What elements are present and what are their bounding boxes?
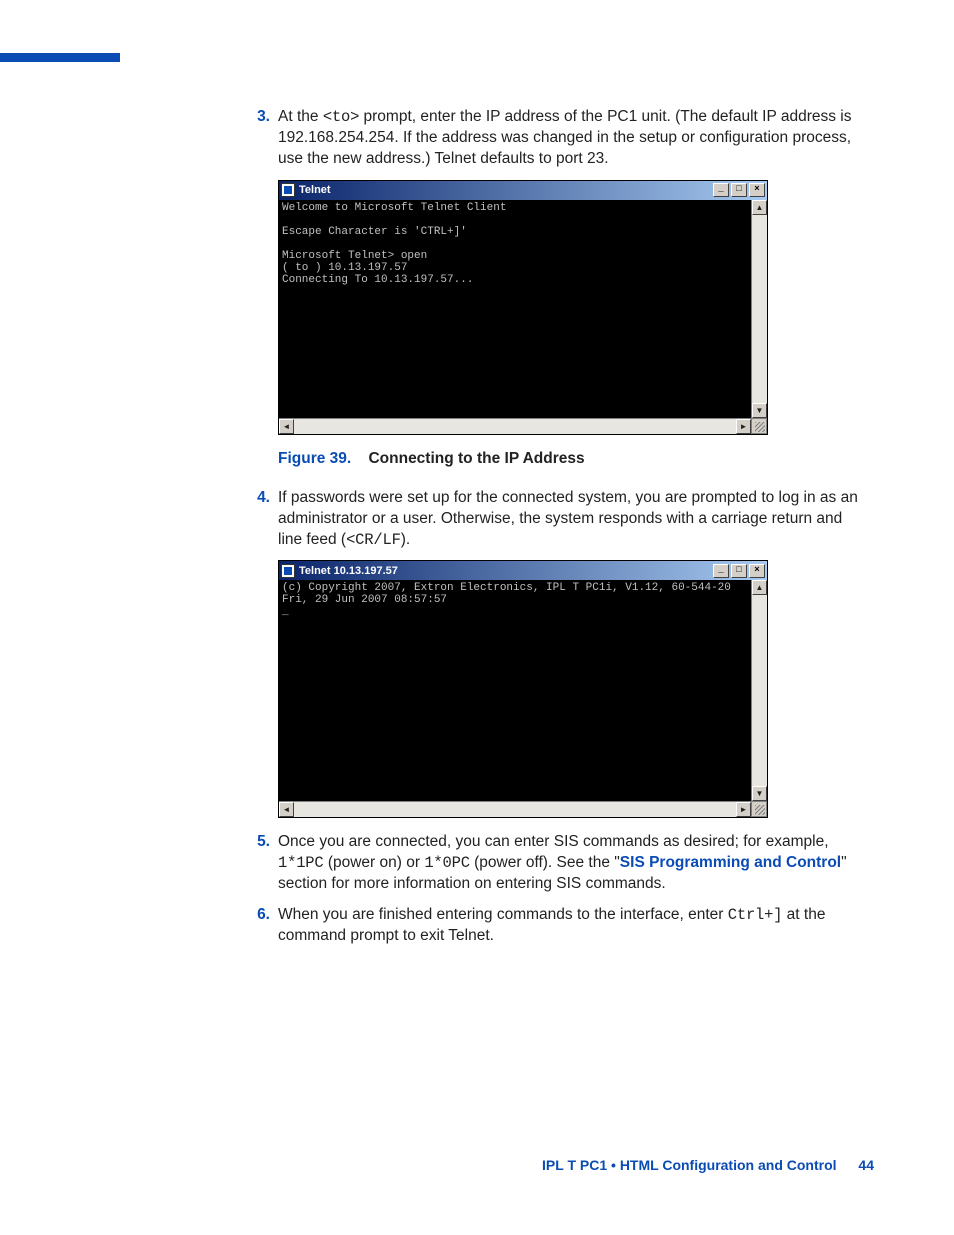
text: ). — [401, 531, 410, 548]
inline-code: 1*0PC — [424, 854, 470, 872]
text: prompt, enter the IP address of the PC1 … — [278, 108, 851, 167]
scroll-up-button[interactable]: ▲ — [752, 580, 767, 595]
step-number: 5. — [250, 832, 278, 895]
vertical-scrollbar[interactable]: ▲ ▼ — [751, 580, 767, 801]
page-number: 44 — [858, 1157, 874, 1173]
telnet-window-2: Telnet 10.13.197.57 _ □ × (c) Copyright … — [278, 560, 768, 818]
scrollbar-track[interactable] — [752, 595, 767, 786]
page-footer: IPL T PC1 • HTML Configuration and Contr… — [542, 1156, 874, 1175]
figure-number: Figure 39. — [278, 450, 351, 467]
text: When you are finished entering commands … — [278, 906, 728, 923]
scroll-down-button[interactable]: ▼ — [752, 786, 767, 801]
titlebar[interactable]: Telnet 10.13.197.57 _ □ × — [279, 561, 767, 580]
text: At the — [278, 108, 323, 125]
figure-caption-39: Figure 39. Connecting to the IP Address — [278, 449, 866, 470]
step-number: 4. — [250, 488, 278, 551]
resize-grip[interactable] — [751, 801, 767, 817]
figure-title: Connecting to the IP Address — [368, 450, 584, 467]
step-text: Once you are connected, you can enter SI… — [278, 832, 866, 895]
step-4: 4. If passwords were set up for the conn… — [250, 488, 866, 551]
step-number: 3. — [250, 107, 278, 170]
maximize-button[interactable]: □ — [731, 183, 747, 197]
maximize-button[interactable]: □ — [731, 564, 747, 578]
vertical-scrollbar[interactable]: ▲ ▼ — [751, 200, 767, 418]
inline-code: Ctrl+] — [728, 906, 783, 924]
scrollbar-track[interactable] — [294, 802, 736, 817]
telnet-icon — [281, 564, 295, 578]
minimize-button[interactable]: _ — [713, 564, 729, 578]
scroll-left-button[interactable]: ◄ — [279, 802, 294, 817]
terminal-output: (c) Copyright 2007, Extron Electronics, … — [279, 580, 751, 801]
titlebar[interactable]: Telnet _ □ × — [279, 181, 767, 200]
scroll-up-button[interactable]: ▲ — [752, 200, 767, 215]
scroll-left-button[interactable]: ◄ — [279, 419, 294, 434]
resize-grip[interactable] — [751, 418, 767, 434]
window-title: Telnet — [299, 183, 711, 198]
scroll-down-button[interactable]: ▼ — [752, 403, 767, 418]
close-button[interactable]: × — [749, 564, 765, 578]
terminal-output: Welcome to Microsoft Telnet Client Escap… — [279, 200, 751, 418]
scroll-right-button[interactable]: ► — [736, 802, 751, 817]
step-number: 6. — [250, 905, 278, 947]
scrollbar-track[interactable] — [752, 215, 767, 403]
inline-code: <CR/LF — [346, 531, 401, 549]
close-button[interactable]: × — [749, 183, 765, 197]
step-3: 3. At the <to> prompt, enter the IP addr… — [250, 107, 866, 170]
document-content: 3. At the <to> prompt, enter the IP addr… — [250, 107, 866, 957]
sis-programming-link[interactable]: SIS Programming and Control — [620, 854, 841, 871]
step-5: 5. Once you are connected, you can enter… — [250, 832, 866, 895]
step-6: 6. When you are finished entering comman… — [250, 905, 866, 947]
step-text: At the <to> prompt, enter the IP address… — [278, 107, 866, 170]
minimize-button[interactable]: _ — [713, 183, 729, 197]
footer-title: IPL T PC1 • HTML Configuration and Contr… — [542, 1157, 836, 1173]
telnet-window-1: Telnet _ □ × Welcome to Microsoft Telnet… — [278, 180, 768, 435]
scroll-right-button[interactable]: ► — [736, 419, 751, 434]
inline-code: 1*1PC — [278, 854, 324, 872]
horizontal-scrollbar[interactable]: ◄ ► — [279, 801, 751, 817]
step-text: When you are finished entering commands … — [278, 905, 866, 947]
window-title: Telnet 10.13.197.57 — [299, 564, 711, 579]
header-accent-bar — [0, 53, 120, 62]
telnet-icon — [281, 183, 295, 197]
text: (power off). See the " — [470, 854, 620, 871]
step-text: If passwords were set up for the connect… — [278, 488, 866, 551]
inline-code: <to> — [323, 108, 359, 126]
horizontal-scrollbar[interactable]: ◄ ► — [279, 418, 751, 434]
scrollbar-track[interactable] — [294, 419, 736, 434]
text: Once you are connected, you can enter SI… — [278, 833, 829, 850]
text: (power on) or — [324, 854, 425, 871]
